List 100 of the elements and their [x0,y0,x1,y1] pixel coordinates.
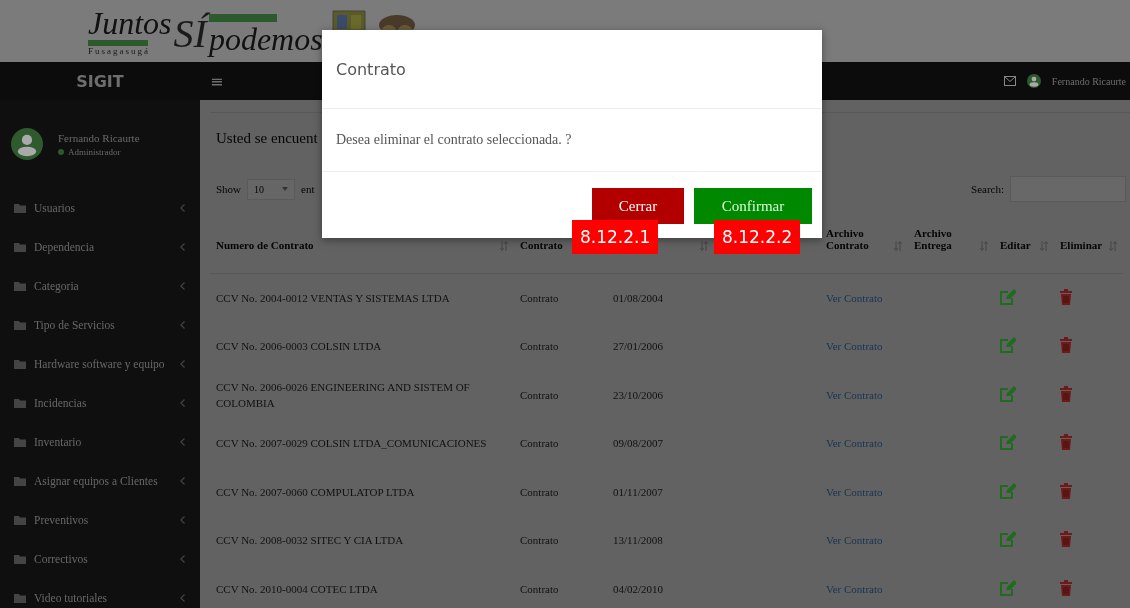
table-cell: 04/02/2010 [613,582,664,595]
user-avatar [10,127,44,161]
mail-icon[interactable] [1003,76,1016,86]
sort-icon[interactable] [980,240,988,251]
user-role: Administrador [68,146,121,157]
sidebar-item[interactable]: Hardware software y equipo [0,344,200,383]
folder-icon [14,397,26,408]
file-link[interactable]: Ver Contrato [826,437,883,450]
trash-icon[interactable] [1060,288,1072,305]
sidebar-item[interactable]: Video tutoriales [0,578,200,608]
column-header[interactable]: Archivo Entrega [914,226,974,251]
file-link[interactable]: Ver Contrato [826,388,883,401]
sidebar-item[interactable]: Incidencias [0,383,200,422]
sidebar-item[interactable]: Preventivos [0,500,200,539]
user-name: Fernando Ricaurte [58,131,140,144]
caret-icon [282,187,289,191]
user-avatar [1025,73,1042,89]
logo-town: Fusagasugá [88,46,150,56]
edit-icon[interactable] [1000,337,1016,354]
file-link[interactable]: Ver Contrato [826,534,883,547]
edit-icon[interactable] [1000,385,1016,402]
folder-icon [14,436,26,447]
edit-icon[interactable] [1000,482,1016,499]
table-cell: CCV No. 2007-0029 COLSIN LTDA_COMUNICACIONES [216,437,487,450]
chevron-left-icon [180,398,185,407]
column-header[interactable]: Numero de Contrato [216,238,314,251]
sort-icon[interactable] [1040,240,1048,251]
sort-icon[interactable] [700,240,708,251]
chevron-left-icon [180,554,185,563]
trash-icon[interactable] [1060,579,1072,596]
chevron-left-icon [180,281,185,290]
column-header[interactable]: Editar [1000,238,1031,251]
sidebar-item[interactable]: Dependencia [0,227,200,266]
edit-icon[interactable] [1000,434,1016,451]
table-cell: CCV No. 2006-0026 ENGINEERING AND SISTEM OF COLOMBIA [216,380,470,409]
table-cell: Contrato [520,582,559,595]
sort-icon[interactable] [500,240,508,251]
sidebar-item[interactable]: Categoria [0,266,200,305]
table-cell: Contrato [520,340,559,353]
sidebar-item[interactable]: Inventario [0,422,200,461]
length-label: Show [216,183,242,195]
table-cell: 01/08/2004 [613,291,664,304]
status-dot [58,148,64,155]
table-cell: 09/08/2007 [613,437,664,450]
column-header[interactable]: Eliminar [1060,238,1103,251]
folder-icon [14,241,26,252]
logo-stripe [88,40,148,46]
folder-icon [14,358,26,369]
table-cell: Contrato [520,388,559,401]
edit-icon[interactable] [1000,531,1016,548]
dialog-title: Contrato [336,59,406,79]
confirm-button[interactable]: Confirmar [694,188,812,224]
user-name[interactable]: Fernando Ricaurte [1051,75,1126,87]
logo-word: Juntos [88,6,172,40]
table-cell: 13/11/2008 [613,534,663,547]
trash-icon[interactable] [1060,434,1072,451]
chevron-left-icon [180,515,185,524]
table-cell: Contrato [520,534,559,547]
table-cell: CCV No. 2008-0032 SITEC Y CIA LTDA [216,534,404,547]
trash-icon[interactable] [1060,482,1072,499]
chevron-left-icon [180,593,185,602]
search-label: Search: [971,183,1004,195]
folder-icon [14,280,26,291]
file-link[interactable]: Ver Contrato [826,485,883,498]
column-header[interactable]: Archivo Contrato [826,226,886,251]
sidebar-item[interactable]: Tipo de Servicios [0,305,200,344]
table-cell: CCV No. 2004-0012 VENTAS Y SISTEMAS LTDA [216,291,450,304]
page-heading: Usted se encuent [216,129,318,148]
table-cell: 23/10/2006 [613,388,664,401]
file-link[interactable]: Ver Contrato [826,340,883,353]
trash-icon[interactable] [1060,337,1072,354]
trash-icon[interactable] [1060,385,1072,402]
file-link[interactable]: Ver Contrato [826,582,883,595]
chevron-left-icon [180,359,185,368]
sidebar-item[interactable]: Usuarios [0,188,200,227]
folder-icon [14,592,26,603]
page-length-select[interactable]: 10 [247,178,296,200]
table-cell: CCV No. 2006-0003 COLSIN LTDA [216,340,382,353]
callout-label: 8.12.2.2 [714,220,801,254]
sidebar-item[interactable]: Correctivos [0,539,200,578]
folder-icon [14,553,26,564]
file-link[interactable]: Ver Contrato [826,291,883,304]
edit-icon[interactable] [1000,579,1016,596]
chevron-left-icon [180,242,185,251]
edit-icon[interactable] [1000,288,1016,305]
table-cell: 01/11/2007 [613,485,663,498]
sidebar-item[interactable]: Asignar equipos a Clientes [0,461,200,500]
dialog-message: Desea eliminar el contrato seleccionada. ? [336,132,572,148]
app-brand: SIGIT [76,71,124,91]
chevron-left-icon [180,476,185,485]
sort-icon[interactable] [894,240,902,251]
folder-icon [14,319,26,330]
folder-icon [14,514,26,525]
callout-label: 8.12.2.1 [572,220,659,254]
sort-icon[interactable] [1109,240,1117,251]
trash-icon[interactable] [1060,531,1072,548]
close-button[interactable]: Cerrar [592,188,684,224]
menu-button[interactable]: ≡ [210,71,224,91]
table-cell: CCV No. 2010-0004 COTEC LTDA [216,582,378,595]
column-header[interactable]: Contrato [520,238,563,251]
